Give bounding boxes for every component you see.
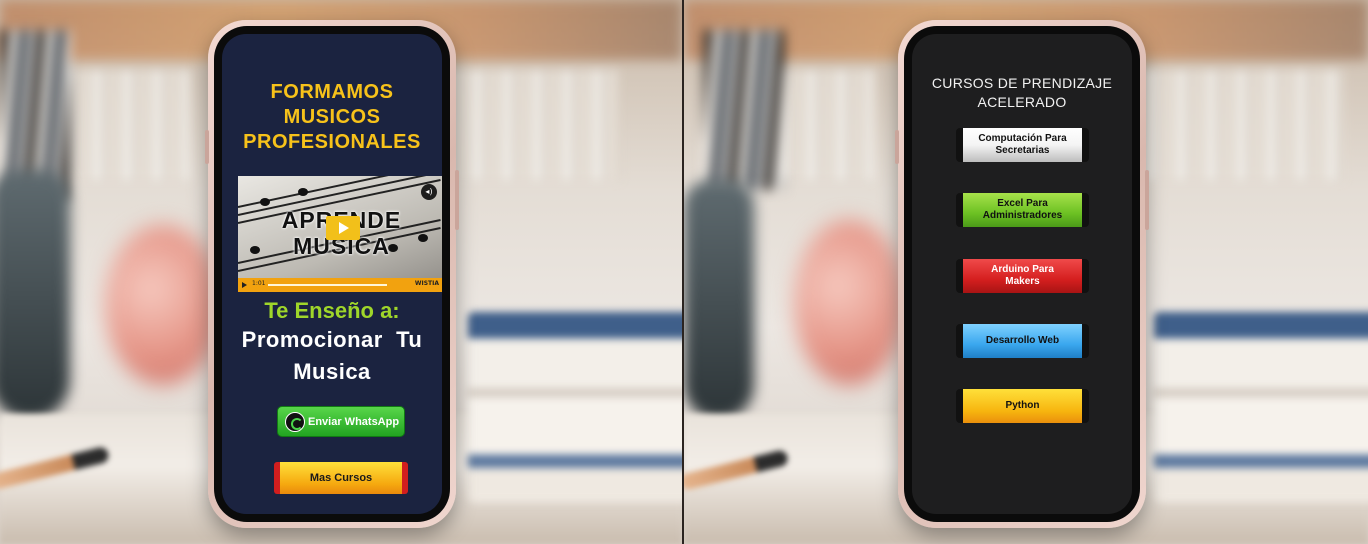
courses-screen: CURSOS DE PRENDIZAJE ACELERADO Computaci… — [912, 34, 1132, 514]
course-button-desarrollo-web[interactable]: Desarrollo Web — [956, 324, 1089, 358]
course-button-excel[interactable]: Excel Para Administradores — [956, 193, 1089, 227]
course-label: Python — [1005, 400, 1040, 411]
phone-side-button — [1145, 170, 1149, 230]
course-label: Makers — [1005, 276, 1040, 287]
play-icon[interactable] — [326, 216, 360, 240]
headline-line: MUSICOS — [283, 106, 381, 128]
courses-title-line: ACELERADO — [977, 94, 1067, 110]
background-book-stack — [468, 312, 682, 502]
whatsapp-button-label: Enviar WhatsApp — [308, 416, 400, 428]
courses-title: CURSOS DE PRENDIZAJE ACELERADO — [912, 74, 1132, 112]
course-label: Arduino Para — [991, 264, 1054, 275]
background-book-stack — [1154, 312, 1368, 502]
background-books — [440, 70, 620, 180]
video-progress-track[interactable] — [268, 284, 387, 286]
phone-left: FORMAMOS MUSICOS PROFESIONALES APRENDE M… — [205, 20, 459, 528]
whatsapp-button[interactable]: Enviar WhatsApp — [277, 406, 405, 437]
background-books — [1144, 70, 1344, 180]
background-cup — [0, 170, 70, 420]
music-screen: FORMAMOS MUSICOS PROFESIONALES APRENDE M… — [222, 34, 442, 514]
background-piggy-bank — [794, 220, 904, 385]
course-label: Computación Para — [978, 133, 1067, 144]
course-button-arduino[interactable]: Arduino Para Makers — [956, 259, 1089, 293]
more-courses-button[interactable]: Mas Cursos — [274, 462, 408, 494]
volume-icon[interactable]: ◂) — [421, 184, 437, 200]
course-button-computacion[interactable]: Computación Para Secretarias — [956, 128, 1089, 162]
background-pencils — [704, 30, 784, 190]
headline: FORMAMOS MUSICOS PROFESIONALES — [222, 80, 442, 155]
course-button-python[interactable]: Python — [956, 389, 1089, 423]
phone-right: CURSOS DE PRENDIZAJE ACELERADO Computaci… — [895, 20, 1149, 528]
course-label: Secretarias — [995, 145, 1050, 156]
right-scene: CURSOS DE PRENDIZAJE ACELERADO Computaci… — [684, 0, 1368, 544]
background-books — [60, 70, 190, 180]
music-note-icon — [298, 188, 308, 196]
course-label: Administradores — [982, 210, 1063, 221]
headline-line: PROFESIONALES — [243, 131, 421, 153]
promo-line: Musica — [293, 359, 371, 384]
headline-line: FORMAMOS — [270, 81, 394, 103]
video-controls-bar: 1:01 WISTIA — [238, 278, 442, 292]
phone-side-button — [205, 130, 209, 164]
wistia-brand: WISTIA — [414, 280, 439, 287]
background-cup — [684, 180, 754, 420]
background-piggy-bank — [105, 225, 220, 385]
phone-side-button — [455, 170, 459, 230]
promo-line: Promocionar Tu — [241, 327, 423, 352]
phone-side-button — [895, 130, 899, 164]
whatsapp-icon — [285, 412, 305, 432]
promo-text: Promocionar Tu Musica — [222, 324, 442, 388]
play-small-icon[interactable] — [242, 282, 247, 288]
music-note-icon — [260, 198, 270, 206]
video-time: 1:01 — [252, 280, 266, 287]
video-player[interactable]: APRENDE MUSICA ◂) 1:01 WISTIA — [238, 176, 442, 292]
course-label: Excel Para — [997, 198, 1048, 209]
left-scene: FORMAMOS MUSICOS PROFESIONALES APRENDE M… — [0, 0, 682, 544]
teach-heading: Te Enseño a: — [264, 298, 400, 323]
course-label: Desarrollo Web — [985, 335, 1060, 346]
courses-title-line: CURSOS DE PRENDIZAJE — [931, 75, 1113, 91]
